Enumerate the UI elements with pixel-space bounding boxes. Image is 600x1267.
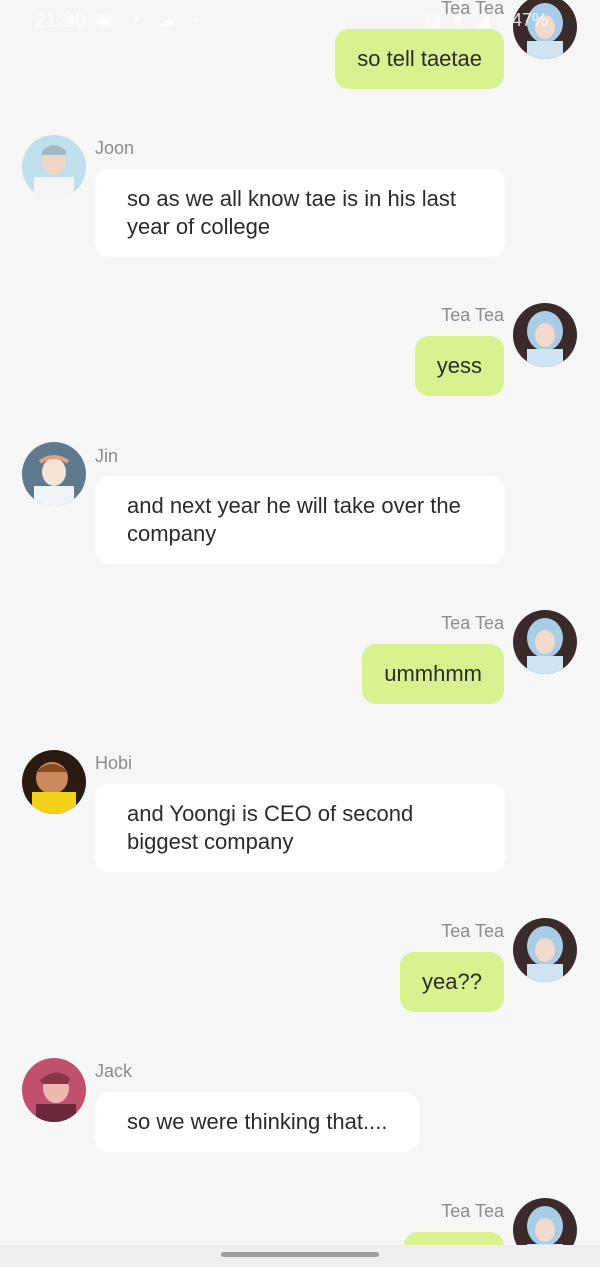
sender-name: Tea Tea [441, 1201, 504, 1221]
sender-name: Jack [95, 1061, 133, 1081]
sender-name: Joon [95, 138, 135, 158]
message-bubble[interactable]: so as we all know tae is in his last yea… [95, 169, 505, 257]
message-bubble[interactable]: and Yoongi is CEO of second biggest comp… [95, 784, 505, 872]
battery-indicator: 47% [512, 10, 549, 30]
jack-avatar[interactable] [22, 1058, 86, 1122]
sender-name: Hobi [95, 753, 133, 773]
signal-icons: ▨ ▾ ◢ [424, 10, 494, 30]
clock: 21:30 [34, 10, 87, 32]
message-bubble[interactable]: yess [414, 336, 504, 396]
sender-name: Jin [95, 446, 119, 466]
message-bubble[interactable] [404, 1232, 504, 1245]
message-bubble[interactable]: ummhmm [362, 644, 504, 704]
chat-thread[interactable]: Tea Tea so tell taetae Joon so as we all… [0, 0, 600, 1245]
hobi-avatar[interactable] [22, 750, 86, 814]
tea-tea-avatar[interactable] [513, 918, 577, 982]
joon-avatar[interactable] [22, 135, 86, 199]
sender-name: Tea Tea [441, 613, 504, 633]
message-bubble[interactable]: and next year he will take over the comp… [95, 476, 505, 564]
message-bubble[interactable]: so we were thinking that.... [95, 1092, 420, 1152]
home-gesture-handle[interactable] [221, 1252, 379, 1257]
tea-tea-avatar[interactable] [513, 1198, 577, 1245]
jin-avatar[interactable] [22, 442, 86, 506]
tea-tea-avatar[interactable] [513, 610, 577, 674]
sender-name: Tea Tea [441, 305, 504, 325]
notification-icons: ▣ ◔ ☁ • [96, 10, 206, 30]
navigation-bar [0, 1245, 600, 1267]
status-bar: 21:30 ▣ ◔ ☁ • ▨ ▾ ◢ 47% [0, 0, 600, 44]
tea-tea-avatar[interactable] [513, 303, 577, 367]
message-bubble[interactable]: yea?? [400, 952, 504, 1012]
sender-name: Tea Tea [441, 921, 504, 941]
